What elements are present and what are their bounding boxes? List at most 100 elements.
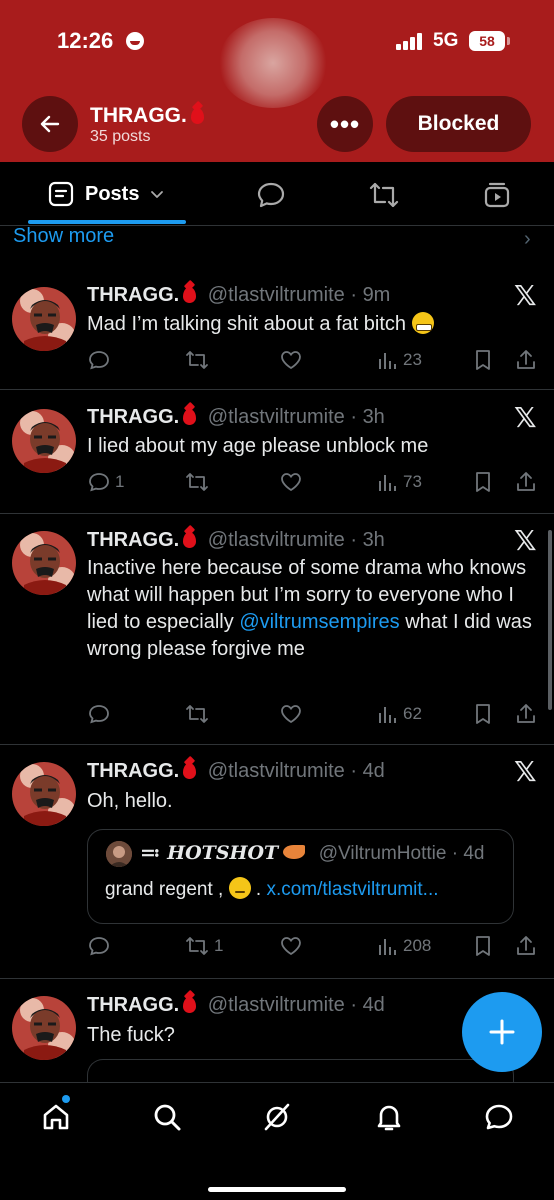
bookmark-button[interactable] <box>472 345 494 375</box>
views-button[interactable]: 208 <box>377 931 431 961</box>
like-button[interactable] <box>279 345 303 375</box>
quoted-avatar <box>106 841 132 867</box>
blood-drop-icon <box>183 763 197 779</box>
post-author-name: THRAGG. <box>87 760 180 782</box>
views-icon <box>379 707 396 723</box>
compose-button[interactable] <box>462 992 542 1072</box>
like-icon <box>281 473 301 492</box>
chevron-down-icon <box>151 191 164 198</box>
nav-notifications[interactable] <box>369 1097 409 1137</box>
post-actions: 62 <box>87 699 542 729</box>
post-author-name: THRAGG. <box>87 994 180 1016</box>
blood-drop-icon <box>190 108 204 124</box>
x-logo-icon: 𝕏 <box>514 402 537 433</box>
avatar[interactable] <box>12 287 76 351</box>
post-item[interactable]: THRAGG. @tlastviltrumite · 4d 𝕏 Oh, hell… <box>0 745 554 979</box>
post-time: 4d <box>362 994 385 1016</box>
network-label: 5G <box>433 30 459 51</box>
post-text: Oh, hello. <box>87 790 173 812</box>
nav-messages[interactable] <box>479 1097 519 1137</box>
nav-home[interactable] <box>36 1097 76 1137</box>
share-button[interactable] <box>515 931 537 961</box>
repost-icon <box>186 473 208 491</box>
repost-count: 1 <box>214 936 224 955</box>
more-button[interactable]: ••• <box>317 96 373 152</box>
repost-button[interactable] <box>184 699 210 729</box>
bookmark-icon <box>476 350 490 370</box>
post-header: THRAGG. @tlastviltrumite · 4d <box>87 760 385 782</box>
share-button[interactable] <box>515 345 537 375</box>
reply-button[interactable] <box>87 345 111 375</box>
post-item[interactable]: THRAGG. @tlastviltrumite · 3h 𝕏 I lied a… <box>0 390 554 514</box>
status-time: 12:26 <box>57 28 114 53</box>
mention-link[interactable]: @viltrumsempires <box>239 611 399 633</box>
repost-button[interactable]: 1 <box>184 931 223 961</box>
quoted-link[interactable]: x.com/tlastviltrumit... <box>266 879 438 900</box>
post-actions: 1 73 <box>87 467 542 497</box>
post-time: 3h <box>362 529 385 551</box>
reply-count: 1 <box>115 472 125 491</box>
repost-icon <box>186 705 208 723</box>
quoted-time: 4d <box>463 843 485 864</box>
replies-tab-icon <box>257 182 285 208</box>
reply-icon <box>89 473 109 492</box>
tab-media[interactable] <box>480 178 514 212</box>
reply-icon <box>89 705 109 724</box>
blood-drop-icon <box>183 409 197 425</box>
avatar[interactable] <box>12 996 76 1060</box>
post-item[interactable]: THRAGG. @tlastviltrumite · 3h 𝕏 Inactive… <box>0 514 554 745</box>
reply-button[interactable]: 1 <box>87 467 124 497</box>
quoted-post[interactable]: ≕ HOTSHOT @ViltrumHottie · 4d grand rege… <box>87 829 514 924</box>
tab-posts[interactable]: Posts <box>47 180 165 208</box>
views-count: 23 <box>403 350 422 369</box>
like-icon <box>281 937 301 956</box>
like-button[interactable] <box>279 699 303 729</box>
bookmark-button[interactable] <box>472 467 494 497</box>
views-icon <box>379 475 396 491</box>
reply-button[interactable] <box>87 931 111 961</box>
nav-search[interactable] <box>147 1097 187 1137</box>
tab-reposts[interactable] <box>367 178 401 212</box>
x-logo-icon: 𝕏 <box>514 280 537 311</box>
avatar[interactable] <box>12 762 76 826</box>
profile-tabs: Posts <box>0 162 554 226</box>
post-time: 9m <box>362 284 391 306</box>
post-handle: @tlastviltrumite <box>207 994 345 1016</box>
nav-grok[interactable] <box>257 1097 297 1137</box>
repost-button[interactable] <box>184 467 210 497</box>
avatar[interactable] <box>12 409 76 473</box>
scrollbar[interactable] <box>548 530 552 710</box>
views-button[interactable]: 73 <box>377 467 422 497</box>
views-button[interactable]: 62 <box>377 699 422 729</box>
share-button[interactable] <box>515 699 537 729</box>
avatar[interactable] <box>12 531 76 595</box>
tab-replies[interactable] <box>254 178 288 212</box>
media-tab-icon <box>484 182 510 208</box>
post-item[interactable]: THRAGG. @tlastviltrumite · 9m 𝕏 Mad I’m … <box>0 255 554 390</box>
status-bar: 12:26 5G 58 <box>0 28 554 58</box>
reply-icon <box>89 351 109 370</box>
notifications-icon <box>377 1105 401 1131</box>
views-icon <box>379 939 396 955</box>
share-button[interactable] <box>515 467 537 497</box>
views-count: 73 <box>403 472 422 491</box>
like-button[interactable] <box>279 467 303 497</box>
blocked-button[interactable]: Blocked <box>386 96 531 152</box>
quoted-handle: @ViltrumHottie <box>318 843 447 864</box>
show-more-link[interactable]: Show more <box>13 225 114 248</box>
post-author-name: THRAGG. <box>87 529 180 551</box>
post-count: 35 posts <box>90 128 151 145</box>
reply-button[interactable] <box>87 699 111 729</box>
views-button[interactable]: 23 <box>377 345 422 375</box>
bookmark-icon <box>476 704 490 724</box>
bookmark-button[interactable] <box>472 931 494 961</box>
blood-drop-icon <box>183 532 197 548</box>
repost-button[interactable] <box>184 345 210 375</box>
bookmark-icon <box>476 936 490 956</box>
post-header: THRAGG. @tlastviltrumite · 3h <box>87 529 385 551</box>
bookmark-button[interactable] <box>472 699 494 729</box>
back-button[interactable] <box>22 96 78 152</box>
profile-name: THRAGG. <box>90 104 187 127</box>
like-button[interactable] <box>279 931 303 961</box>
share-icon <box>517 472 535 491</box>
